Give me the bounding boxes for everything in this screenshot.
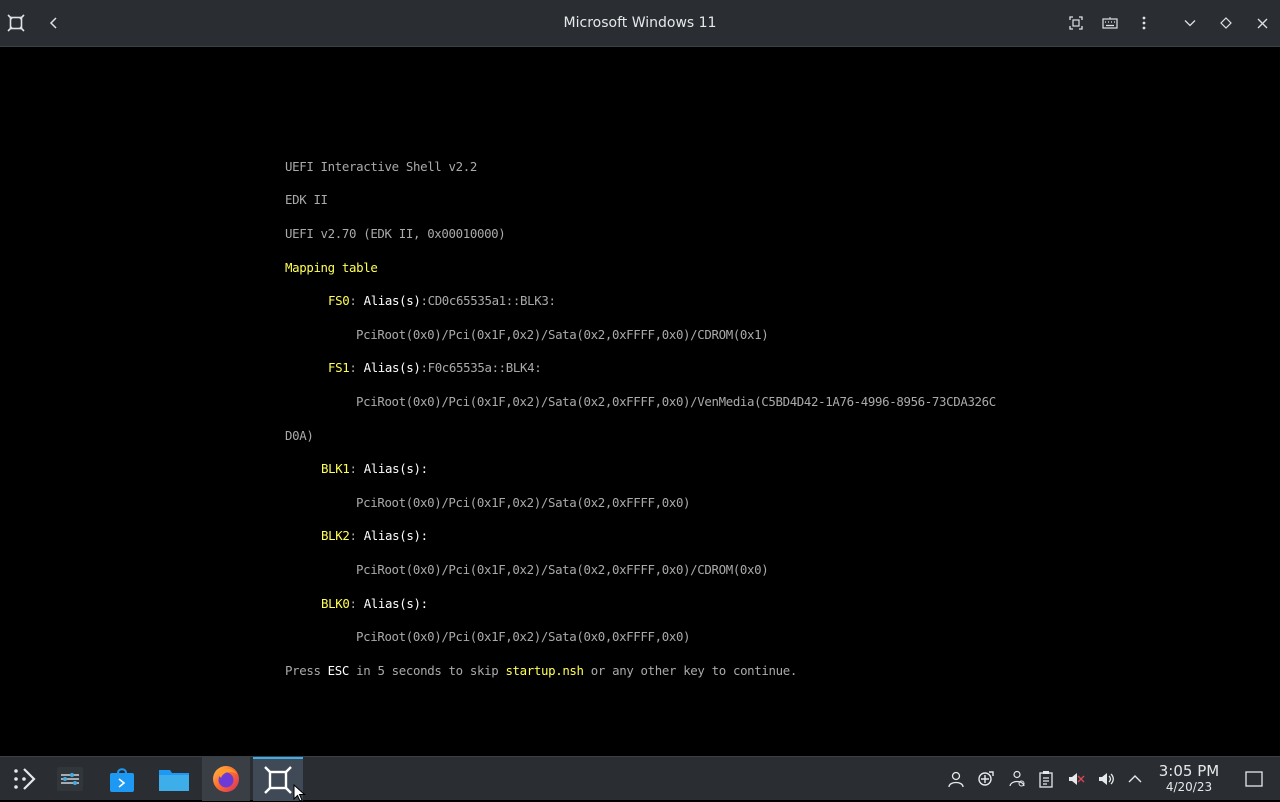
alias-label: Alias(s): xyxy=(363,528,428,544)
alias-label: Alias(s) xyxy=(363,360,421,376)
console-line: EDK II xyxy=(285,192,328,208)
mapping-entry: FS0: Alias(s):CD0c65535a1::BLK3: xyxy=(285,293,996,310)
clipboard-icon[interactable] xyxy=(1036,769,1056,789)
device-name: FS0 xyxy=(328,293,350,309)
separator: : xyxy=(349,461,364,477)
mapping-entry: BLK0: Alias(s): xyxy=(285,596,996,613)
user-icon[interactable] xyxy=(946,769,966,789)
device-name: BLK0 xyxy=(321,595,350,611)
app-launcher-icon[interactable] xyxy=(0,757,48,801)
vm-display[interactable]: UEFI Interactive Shell v2.2 EDK II UEFI … xyxy=(0,47,1280,756)
mapping-entry: FS1: Alias(s):F0c65535a::BLK4: xyxy=(285,360,996,377)
esc-key-label: ESC xyxy=(327,662,350,678)
startup-prompt: Press ESC in 5 seconds to skip startup.n… xyxy=(285,663,996,680)
network-share-icon[interactable] xyxy=(976,769,996,789)
separator: : xyxy=(349,528,364,544)
taskbar: 3:05 PM 4/20/23 xyxy=(0,756,1280,802)
keyboard-icon[interactable] xyxy=(1095,8,1125,38)
device-path: PciRoot(0x0)/Pci(0x1F,0x2)/Sata(0x2,0xFF… xyxy=(356,326,769,342)
mapping-entry: BLK1: Alias(s): xyxy=(285,461,996,478)
fullscreen-icon[interactable] xyxy=(1061,8,1091,38)
discover-store-icon[interactable] xyxy=(98,757,146,801)
uefi-shell-console: UEFI Interactive Shell v2.2 EDK II UEFI … xyxy=(285,142,996,713)
alias-label: Alias(s): xyxy=(363,461,428,477)
alias-value: :CD0c65535a1::BLK3: xyxy=(420,293,556,309)
firefox-icon[interactable] xyxy=(202,757,250,801)
separator: : xyxy=(349,595,364,611)
file-manager-icon[interactable] xyxy=(150,757,198,801)
prompt-text: or any other key to continue. xyxy=(583,662,798,678)
mouse-cursor-icon xyxy=(293,784,306,802)
separator: : xyxy=(349,293,364,309)
mapping-table-heading: Mapping table xyxy=(285,259,378,275)
device-path: PciRoot(0x0)/Pci(0x1F,0x2)/Sata(0x0,0xFF… xyxy=(356,629,691,645)
window-titlebar: Microsoft Windows 11 xyxy=(0,0,1280,47)
device-name: FS1 xyxy=(328,360,350,376)
device-name: BLK1 xyxy=(321,461,350,477)
close-icon[interactable] xyxy=(1247,8,1277,38)
audio-muted-icon[interactable] xyxy=(1066,769,1086,789)
clock-date: 4/20/23 xyxy=(1165,780,1213,794)
accessibility-icon[interactable] xyxy=(1007,769,1027,789)
clock-time: 3:05 PM xyxy=(1158,762,1220,780)
device-path: PciRoot(0x0)/Pci(0x1F,0x2)/Sata(0x2,0xFF… xyxy=(356,393,996,409)
volume-icon[interactable] xyxy=(1096,769,1116,789)
device-path: PciRoot(0x0)/Pci(0x1F,0x2)/Sata(0x2,0xFF… xyxy=(356,561,769,577)
prompt-text: Press xyxy=(285,662,328,678)
alias-label: Alias(s): xyxy=(363,595,428,611)
show-desktop-icon[interactable] xyxy=(1244,769,1264,789)
device-path: PciRoot(0x0)/Pci(0x1F,0x2)/Sata(0x2,0xFF… xyxy=(356,494,691,510)
mapping-entry: BLK2: Alias(s): xyxy=(285,528,996,545)
system-settings-icon[interactable] xyxy=(46,757,94,801)
digital-clock[interactable]: 3:05 PM 4/20/23 xyxy=(1152,762,1226,795)
more-options-icon[interactable] xyxy=(1129,8,1159,38)
startup-script-name: startup.nsh xyxy=(505,662,584,678)
back-icon[interactable] xyxy=(39,8,69,38)
vm-app-icon[interactable] xyxy=(1,8,31,38)
device-path-wrap: D0A) xyxy=(285,427,314,443)
alias-label: Alias(s) xyxy=(363,293,421,309)
console-line: UEFI Interactive Shell v2.2 xyxy=(285,158,477,174)
console-line: UEFI v2.70 (EDK II, 0x00010000) xyxy=(285,225,506,241)
prompt-text: in 5 seconds to skip xyxy=(349,662,506,678)
minimize-icon[interactable] xyxy=(1175,8,1205,38)
device-name: BLK2 xyxy=(321,528,350,544)
alias-value: :F0c65535a::BLK4: xyxy=(420,360,542,376)
expand-tray-icon[interactable] xyxy=(1125,769,1145,789)
separator: : xyxy=(349,360,364,376)
maximize-icon[interactable] xyxy=(1211,8,1241,38)
